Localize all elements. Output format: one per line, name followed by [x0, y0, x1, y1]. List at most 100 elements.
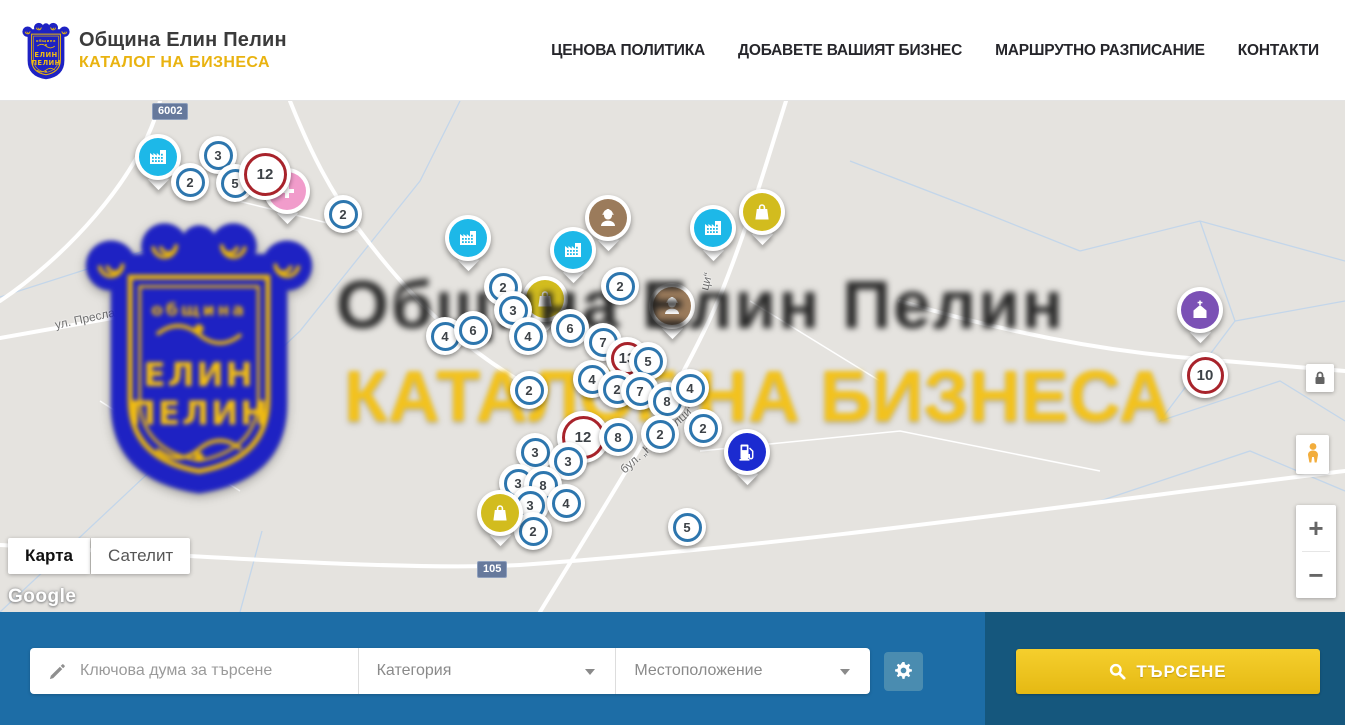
page: община ЕЛИН ПЕЛИН: [0, 0, 1345, 725]
cluster-count: 3: [526, 498, 533, 513]
search-input-group: Категория Местоположение: [30, 648, 870, 694]
pin-disc: [554, 231, 592, 269]
cluster-marker[interactable]: 2: [641, 415, 679, 453]
pegman-button[interactable]: [1296, 435, 1329, 474]
category-dropdown[interactable]: Категория: [359, 648, 616, 694]
cluster-count: 10: [1197, 367, 1214, 384]
lock-button[interactable]: [1306, 364, 1334, 392]
cluster-marker[interactable]: 5: [668, 508, 706, 546]
location-dropdown[interactable]: Местоположение: [616, 648, 870, 694]
factory-icon: [561, 238, 585, 262]
cluster-ring: 4: [514, 322, 543, 351]
header: Община Елин Пелин КАТАЛОГ НА БИЗНЕСА ЦЕН…: [0, 0, 1345, 101]
bag-pin[interactable]: [739, 189, 785, 235]
fuel-pin[interactable]: [724, 429, 770, 475]
bag-icon: [488, 501, 512, 525]
cluster-count: 8: [663, 394, 670, 409]
factory-pin[interactable]: [445, 215, 491, 261]
cluster-count: 2: [525, 383, 532, 398]
cluster-count: 6: [566, 321, 573, 336]
main-navigation: ЦЕНОВА ПОЛИТИКА ДОБАВЕТЕ ВАШИЯТ БИЗНЕС М…: [551, 0, 1319, 101]
advanced-search-button[interactable]: [884, 652, 923, 691]
cluster-count: 12: [575, 429, 592, 446]
google-logo[interactable]: Google: [8, 586, 76, 608]
nav-item-contacts[interactable]: КОНТАКТИ: [1238, 42, 1319, 60]
bag-pin[interactable]: [477, 490, 523, 536]
cluster-marker[interactable]: 2: [171, 163, 209, 201]
cluster-count: 3: [564, 454, 571, 469]
cluster-ring: 8: [604, 423, 633, 452]
cluster-ring: 4: [676, 374, 705, 403]
cluster-count: 2: [186, 175, 193, 190]
cluster-marker[interactable]: 8: [599, 418, 637, 456]
cluster-count: 12: [257, 166, 274, 183]
cluster-marker[interactable]: 2: [324, 195, 362, 233]
cluster-marker[interactable]: 4: [547, 484, 585, 522]
cluster-ring: 2: [515, 376, 544, 405]
bag-icon: [750, 200, 774, 224]
cluster-count: 2: [616, 279, 623, 294]
cluster-count: 4: [686, 381, 693, 396]
worker-pin[interactable]: [649, 283, 695, 329]
road-number-badge: 6002: [152, 103, 188, 120]
zoom-out-button[interactable]: −: [1296, 552, 1336, 598]
map-type-control: Карта Сателит: [8, 538, 190, 574]
cluster-count: 5: [231, 176, 238, 191]
cluster-marker[interactable]: 4: [671, 369, 709, 407]
cluster-ring: 6: [556, 314, 585, 343]
cluster-count: 5: [683, 520, 690, 535]
cluster-count: 8: [614, 430, 621, 445]
cluster-marker[interactable]: 2: [601, 267, 639, 305]
factory-icon: [146, 145, 170, 169]
cluster-count: 3: [509, 303, 516, 318]
cluster-ring: 5: [673, 513, 702, 542]
cluster-ring: 2: [329, 200, 358, 229]
keyword-search-input[interactable]: [80, 662, 330, 680]
cluster-count: 2: [699, 421, 706, 436]
cluster-ring: 2: [689, 414, 718, 443]
pin-disc: [139, 138, 177, 176]
cluster-ring: 6: [459, 316, 488, 345]
factory-pin[interactable]: [550, 227, 596, 273]
cluster-ring: 2: [176, 168, 205, 197]
cluster-count: 7: [599, 335, 606, 350]
worker-icon: [660, 294, 684, 318]
brand-text: Община Елин Пелин КАТАЛОГ НА БИЗНЕСА: [79, 29, 287, 72]
cluster-count: 2: [613, 382, 620, 397]
worker-icon: [596, 206, 620, 230]
cluster-marker[interactable]: 10: [1182, 352, 1228, 398]
lock-icon: [1311, 369, 1329, 387]
search-submit-button[interactable]: ТЪРСЕНЕ: [1016, 649, 1320, 694]
cluster-marker[interactable]: 6: [454, 311, 492, 349]
map-type-satellite-button[interactable]: Сателит: [91, 538, 190, 574]
cluster-marker[interactable]: 2: [684, 409, 722, 447]
municipality-crest-icon: [22, 20, 70, 81]
bag-icon: [533, 287, 557, 311]
site-title: Община Елин Пелин: [79, 29, 287, 52]
gear-icon: [893, 661, 914, 682]
site-logo[interactable]: Община Елин Пелин КАТАЛОГ НА БИЗНЕСА: [22, 20, 287, 81]
nav-item-pricing[interactable]: ЦЕНОВА ПОЛИТИКА: [551, 42, 705, 60]
cluster-marker[interactable]: 12: [239, 148, 291, 200]
cluster-count: 5: [644, 354, 651, 369]
pin-disc: [449, 219, 487, 257]
nav-item-add-business[interactable]: ДОБАВЕТЕ ВАШИЯТ БИЗНЕС: [738, 42, 962, 60]
cluster-count: 2: [529, 524, 536, 539]
cluster-ring: 3: [554, 447, 583, 476]
nav-item-route-schedule[interactable]: МАРШРУТНО РАЗПИСАНИЕ: [995, 42, 1205, 60]
factory-icon: [701, 216, 725, 240]
cluster-count: 2: [656, 427, 663, 442]
pin-disc: [743, 193, 781, 231]
pin-disc: [728, 433, 766, 471]
factory-pin[interactable]: [690, 205, 736, 251]
church-pin[interactable]: [1177, 287, 1223, 333]
zoom-in-button[interactable]: +: [1296, 505, 1336, 551]
cluster-ring: 12: [244, 153, 287, 196]
cluster-marker[interactable]: 4: [509, 317, 547, 355]
pencil-icon: [48, 662, 67, 681]
chevron-down-icon: [585, 669, 595, 675]
keyword-section: [30, 648, 358, 694]
cluster-count: 2: [339, 207, 346, 222]
map-type-map-button[interactable]: Карта: [8, 538, 90, 574]
cluster-marker[interactable]: 2: [510, 371, 548, 409]
